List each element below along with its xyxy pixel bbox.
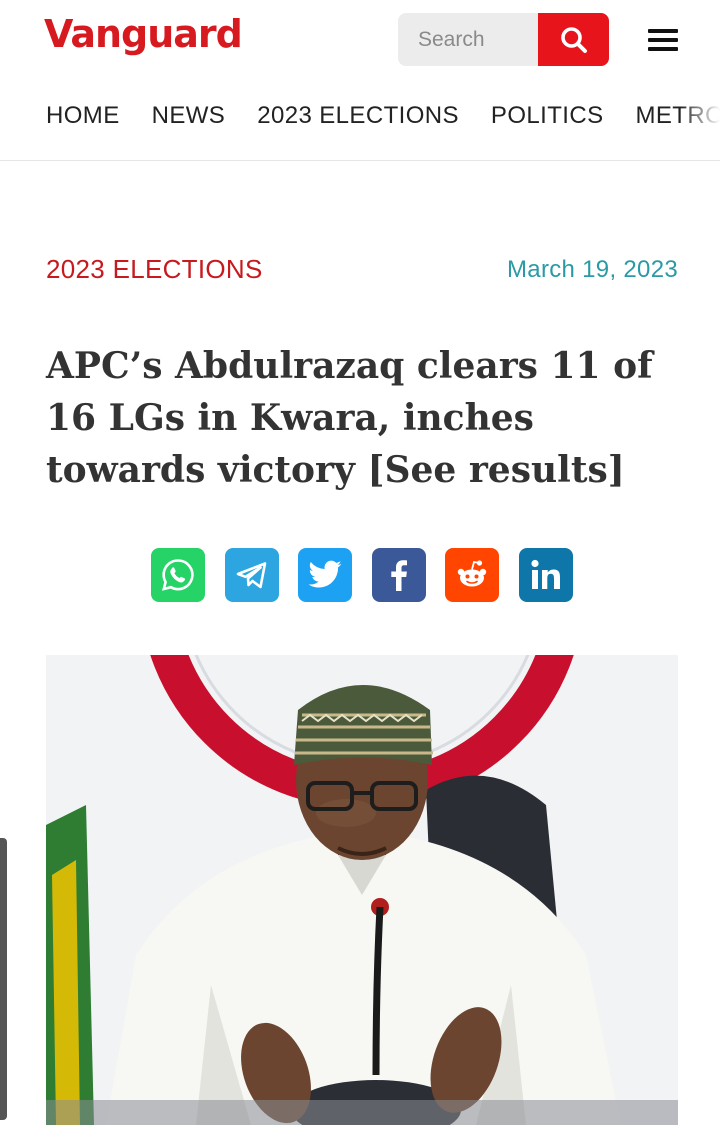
- main-nav: HOME NEWS 2023 ELECTIONS POLITICS METRO: [46, 102, 720, 130]
- twitter-icon: [308, 560, 342, 588]
- article-category[interactable]: 2023 ELECTIONS: [46, 254, 263, 285]
- portrait-photo: [46, 655, 678, 1125]
- side-scroll-handle[interactable]: [0, 838, 7, 1120]
- share-linkedin-button[interactable]: [518, 548, 573, 602]
- article-image[interactable]: [46, 655, 678, 1125]
- nav-scroll-fade: [680, 96, 720, 140]
- reddit-icon: [457, 560, 487, 587]
- nav-item-news[interactable]: NEWS: [152, 102, 226, 130]
- article-headline: APC’s Abdulrazaq clears 11 of 16 LGs in …: [46, 345, 653, 491]
- search-bar: [398, 13, 609, 66]
- telegram-icon: [236, 562, 266, 589]
- nav-item-2023-elections[interactable]: 2023 ELECTIONS: [257, 102, 459, 130]
- site-logo[interactable]: Vanguard: [44, 12, 243, 56]
- share-buttons: [151, 548, 573, 602]
- article-date: March 19, 2023: [507, 256, 678, 283]
- share-reddit-button[interactable]: [445, 548, 499, 602]
- share-whatsapp-button[interactable]: [151, 548, 205, 602]
- share-telegram-button[interactable]: [224, 548, 279, 602]
- search-input[interactable]: [398, 13, 539, 66]
- share-twitter-button[interactable]: [298, 548, 352, 602]
- search-icon: [560, 26, 587, 53]
- share-facebook-button[interactable]: [371, 548, 426, 602]
- facebook-icon: [390, 560, 407, 591]
- linkedin-icon: [530, 559, 560, 589]
- nav-item-politics[interactable]: POLITICS: [491, 102, 604, 130]
- site-header: Vanguard HOMENEWS2023 ELECTIONSPOLITICSM…: [0, 0, 720, 161]
- search-button[interactable]: [538, 13, 609, 66]
- hamburger-menu-icon[interactable]: [644, 26, 682, 54]
- nav-item-home[interactable]: HOME: [46, 102, 120, 130]
- whatsapp-icon: [161, 559, 194, 591]
